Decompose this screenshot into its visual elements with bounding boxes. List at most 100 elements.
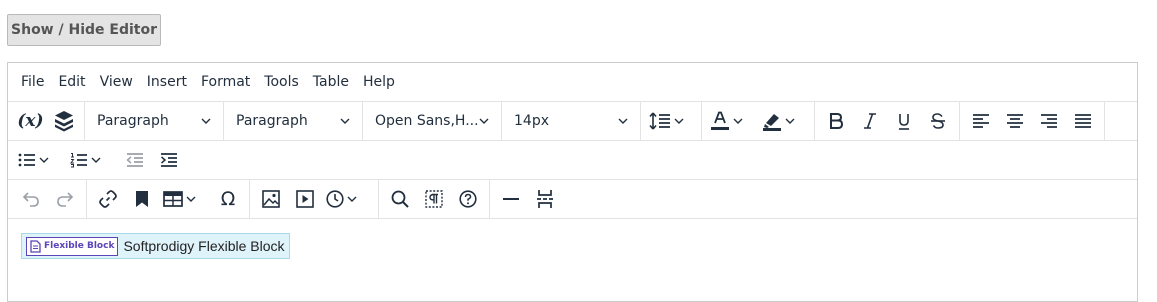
- align-justify-icon: [1075, 113, 1091, 128]
- document-icon: [30, 239, 41, 253]
- visual-blocks-button[interactable]: [417, 184, 451, 214]
- align-center-icon: [1007, 114, 1023, 128]
- align-center-button[interactable]: [998, 106, 1032, 136]
- show-hide-editor-label: Show / Hide Editor: [11, 22, 157, 38]
- toolbar-group-colors: [702, 102, 815, 140]
- toolbar-group-history: [8, 180, 87, 218]
- search-replace-button[interactable]: [383, 184, 417, 214]
- bullet-list-button[interactable]: [14, 145, 66, 175]
- insert-variable-button[interactable]: (x): [14, 106, 47, 136]
- chevron-down-icon: [479, 118, 489, 124]
- strikethrough-button[interactable]: [921, 106, 955, 136]
- toolbar-group-misc: [490, 180, 566, 218]
- italic-button[interactable]: [853, 106, 887, 136]
- link-button[interactable]: [91, 184, 125, 214]
- chevron-down-icon: [201, 118, 211, 124]
- menu-help[interactable]: Help: [356, 63, 402, 102]
- flexible-block-logo-text: Flexible Block: [44, 241, 115, 251]
- image-button[interactable]: [254, 184, 288, 214]
- flexible-block-text: Softprodigy Flexible Block: [123, 238, 285, 254]
- toolbar-group-text-style: [815, 102, 960, 140]
- editor-content-area[interactable]: Flexible Block Softprodigy Flexible Bloc…: [8, 219, 1137, 299]
- special-character-button[interactable]: Ω: [211, 184, 245, 214]
- bold-button[interactable]: [819, 106, 853, 136]
- chevron-down-icon: [618, 118, 628, 124]
- clock-icon: [326, 190, 344, 208]
- numbered-list-icon: [70, 153, 87, 168]
- toolbar-row-1: (x) Paragraph Paragraph Open Sans,H... 1…: [8, 102, 1137, 141]
- toolbar-group-media: [250, 180, 379, 218]
- toolbar-group-align: [960, 102, 1105, 140]
- media-button[interactable]: [288, 184, 322, 214]
- toolbar-row-2: [8, 141, 1137, 180]
- paragraph-style-select[interactable]: Paragraph: [224, 102, 363, 140]
- toolbar-group-lists: [8, 141, 190, 179]
- flexible-block-element[interactable]: Flexible Block Softprodigy Flexible Bloc…: [21, 233, 290, 259]
- undo-icon: [22, 192, 39, 207]
- chevron-down-icon: [39, 157, 49, 163]
- menu-format[interactable]: Format: [194, 63, 257, 102]
- underline-icon: [899, 113, 909, 130]
- help-button[interactable]: [451, 184, 485, 214]
- help-icon: [459, 190, 477, 208]
- outdent-icon: [126, 153, 143, 167]
- redo-button[interactable]: [48, 184, 82, 214]
- toolbar-group-variables: (x): [8, 102, 85, 140]
- variable-icon: (x): [17, 111, 44, 131]
- bookmark-button[interactable]: [125, 184, 159, 214]
- page-break-button[interactable]: [528, 184, 562, 214]
- bullet-list-icon: [18, 153, 35, 167]
- font-size-select[interactable]: 14px: [502, 102, 641, 140]
- undo-button[interactable]: [14, 184, 48, 214]
- link-icon: [99, 190, 117, 208]
- font-family-select[interactable]: Open Sans,H...: [363, 102, 502, 140]
- show-hide-editor-button[interactable]: Show / Hide Editor: [7, 14, 161, 46]
- menu-table[interactable]: Table: [306, 63, 356, 102]
- horizontal-line-button[interactable]: [494, 184, 528, 214]
- align-justify-button[interactable]: [1066, 106, 1100, 136]
- layers-button[interactable]: [47, 106, 80, 136]
- chevron-down-icon: [347, 196, 357, 202]
- text-color-button[interactable]: [706, 106, 758, 136]
- align-right-icon: [1041, 114, 1057, 128]
- font-size-value: 14px: [514, 113, 549, 129]
- menu-view[interactable]: View: [93, 63, 140, 102]
- outdent-button[interactable]: [118, 145, 152, 175]
- text-color-icon: [711, 111, 729, 130]
- bookmark-icon: [136, 191, 148, 207]
- strikethrough-icon: [931, 113, 945, 129]
- toolbar-group-tools: [379, 180, 490, 218]
- line-height-button[interactable]: [645, 106, 697, 136]
- chevron-down-icon: [340, 118, 350, 124]
- chevron-down-icon: [91, 157, 101, 163]
- omega-icon: Ω: [220, 188, 236, 210]
- menu-insert[interactable]: Insert: [140, 63, 194, 102]
- table-icon: [163, 191, 183, 207]
- numbered-list-button[interactable]: [66, 145, 118, 175]
- search-icon: [391, 190, 409, 208]
- italic-icon: [864, 113, 876, 129]
- paragraph-style-value: Paragraph: [236, 113, 308, 129]
- toolbar-group-insert: Ω: [87, 180, 250, 218]
- align-right-button[interactable]: [1032, 106, 1066, 136]
- insert-datetime-button[interactable]: [322, 184, 374, 214]
- layers-icon: [54, 111, 73, 132]
- font-family-value: Open Sans,H...: [375, 113, 479, 129]
- indent-button[interactable]: [152, 145, 186, 175]
- line-height-icon: [649, 112, 670, 130]
- block-format-value: Paragraph: [97, 113, 169, 129]
- flexible-block-logo: Flexible Block: [26, 236, 119, 256]
- chevron-down-icon: [785, 118, 795, 124]
- menu-file[interactable]: File: [14, 63, 51, 102]
- highlighter-icon: [763, 114, 781, 131]
- block-format-select[interactable]: Paragraph: [85, 102, 224, 140]
- underline-button[interactable]: [887, 106, 921, 136]
- menu-tools[interactable]: Tools: [257, 63, 306, 102]
- menu-edit[interactable]: Edit: [51, 63, 92, 102]
- align-left-button[interactable]: [964, 106, 998, 136]
- highlight-color-button[interactable]: [758, 106, 810, 136]
- visual-blocks-icon: [425, 190, 443, 208]
- chevron-down-icon: [733, 118, 743, 124]
- video-icon: [296, 190, 314, 208]
- table-button[interactable]: [159, 184, 211, 214]
